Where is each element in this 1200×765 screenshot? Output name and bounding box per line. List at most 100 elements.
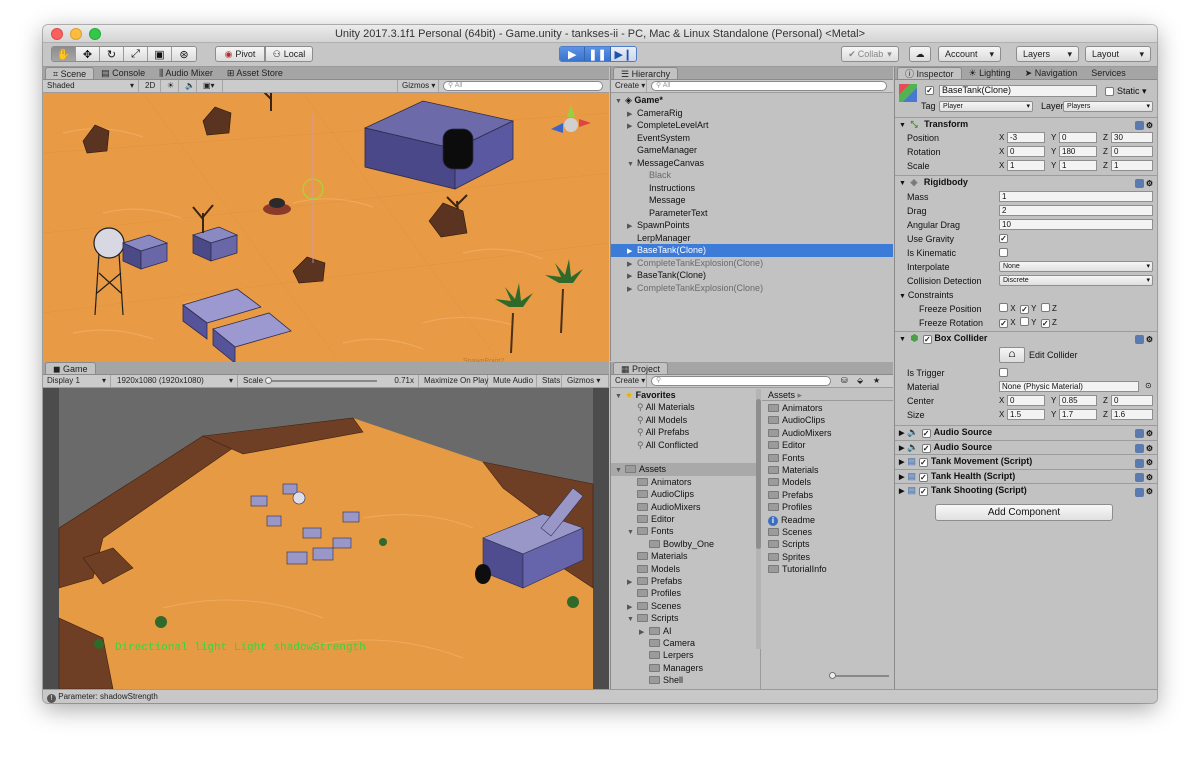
scale-y-field[interactable]: 1 (1059, 160, 1097, 171)
hierarchy-item[interactable]: ParameterText (611, 207, 893, 220)
step-icon[interactable]: ▶❙ (610, 47, 636, 61)
add-component-button[interactable]: Add Component (935, 504, 1113, 521)
hierarchy-item[interactable]: Black (611, 169, 893, 182)
rigidbody-header[interactable]: ▼ ◈ Rigidbody ⚙ (895, 175, 1157, 189)
interpolate-dropdown[interactable]: None ▾ (999, 261, 1153, 272)
tab-audio-mixer[interactable]: ⫼ Audio Mixer (152, 67, 220, 79)
pivot-button[interactable]: ◉ Pivot (215, 46, 265, 62)
hierarchy-item[interactable]: ▶ BaseTank(Clone) (611, 269, 893, 282)
component-header[interactable]: ▶ ▤ ✓ Tank Health (Script) ⚙ (895, 468, 1157, 484)
position-z-field[interactable]: 30 (1111, 132, 1153, 143)
display-dropdown[interactable]: Display 1 ▾ (43, 375, 111, 387)
tab-asset-store[interactable]: ⊞ Asset Store (220, 67, 290, 79)
project-tree-item[interactable]: Materials (611, 550, 756, 563)
project-tree-item[interactable]: AudioClips (611, 488, 756, 501)
hierarchy-create-dropdown[interactable]: Create ▾ (611, 80, 647, 92)
project-tree-item[interactable]: ⚲ All Materials (611, 401, 756, 414)
collab-button[interactable]: ✔ Collab ▾ (841, 46, 899, 62)
component-tools[interactable]: ⚙ (1133, 471, 1153, 484)
freeze-pos-x[interactable] (999, 303, 1008, 312)
project-tree-item[interactable]: Lerpers (611, 649, 756, 662)
component-tools[interactable]: ⚙ (1133, 485, 1153, 498)
hierarchy-item[interactable]: ▼ MessageCanvas (611, 157, 893, 170)
scene-gizmos-dropdown[interactable]: Gizmos ▾ (397, 80, 439, 92)
asset-item[interactable]: Scenes (762, 526, 812, 539)
layers-dropdown[interactable]: Layers ▾ (1016, 46, 1079, 62)
project-tree-item[interactable]: ▼ Scripts (611, 612, 756, 625)
chevron-right-icon[interactable]: ▶ (627, 284, 637, 297)
size-z-field[interactable]: 1.6 (1111, 409, 1153, 420)
layer-dropdown[interactable]: Players ▾ (1063, 101, 1153, 112)
center-x-field[interactable]: 0 (1007, 395, 1045, 406)
hierarchy-item[interactable]: ▶ BaseTank(Clone) (611, 244, 893, 257)
tab-game[interactable]: ◼ Game (45, 362, 96, 374)
component-header[interactable]: ▶ ▤ ✓ Tank Shooting (Script) ⚙ (895, 483, 1157, 497)
freeze-rot-x[interactable]: ✓ (999, 319, 1008, 328)
position-y-field[interactable]: 0 (1059, 132, 1097, 143)
component-enabled-checkbox[interactable]: ✓ (918, 458, 928, 468)
project-tree-item[interactable]: ▶ Prefabs (611, 575, 756, 588)
project-tree-item[interactable]: ▶ AI (611, 625, 756, 638)
project-tree-item[interactable]: Managers (611, 662, 756, 675)
project-tree-item[interactable]: ⚲ All Conflicted (611, 439, 756, 452)
active-checkbox[interactable]: ✓ (925, 86, 934, 95)
project-tree-item[interactable]: ▼ ★ Favorites (611, 389, 756, 402)
icon-size-thumb[interactable] (829, 672, 836, 679)
filter-type-icon[interactable]: ⛁ (837, 375, 851, 387)
use-gravity-checkbox[interactable]: ✓ (999, 234, 1008, 243)
close-button[interactable] (51, 28, 63, 40)
tree-scrollbar[interactable] (756, 389, 761, 649)
component-enabled-checkbox[interactable]: ✓ (921, 429, 931, 438)
freeze-rot-z[interactable]: ✓ (1040, 319, 1050, 328)
asset-item[interactable]: i Readme (762, 514, 815, 527)
component-tools[interactable]: ⚙ (1133, 427, 1153, 440)
asset-item[interactable]: Editor (762, 439, 806, 452)
tab-inspector[interactable]: ⓘ Inspector (897, 67, 962, 79)
scale-slider[interactable]: Scale 0.71x (239, 375, 419, 387)
component-header[interactable]: ▶ ▤ ✓ Tank Movement (Script) ⚙ (895, 454, 1157, 468)
size-x-field[interactable]: 1.5 (1007, 409, 1045, 420)
asset-item[interactable]: Models (762, 476, 811, 489)
material-field[interactable]: None (Physic Material) (999, 381, 1139, 392)
component-tools[interactable]: ⚙ (1133, 456, 1153, 469)
move-icon[interactable]: ✥ (76, 47, 100, 61)
effects-icon[interactable]: ▣▾ (199, 80, 223, 92)
object-name-field[interactable]: BaseTank(Clone) (939, 85, 1097, 97)
freeze-rot-y[interactable] (1020, 317, 1030, 326)
center-z-field[interactable]: 0 (1111, 395, 1153, 406)
account-dropdown[interactable]: Account ▾ (938, 46, 1001, 62)
hierarchy-item[interactable]: ▶ SpawnPoints (611, 219, 893, 232)
project-tree-item[interactable]: ▼ Fonts (611, 525, 756, 538)
scene-search-input[interactable]: ⚲ All (443, 81, 603, 91)
asset-item[interactable]: AudioClips (762, 414, 825, 427)
asset-item[interactable]: Materials (762, 464, 819, 477)
collision-detection-dropdown[interactable]: Discrete ▾ (999, 275, 1153, 286)
local-button[interactable]: ⚇ Local (265, 46, 313, 62)
filter-label-icon[interactable]: ⬙ (853, 375, 867, 387)
component-tools[interactable]: ⚙ (1133, 333, 1153, 346)
zoom-button[interactable] (89, 28, 101, 40)
play-icon[interactable]: ▶ (560, 47, 586, 61)
project-tree-item[interactable]: Animators (611, 476, 756, 489)
project-tree-item[interactable]: Profiles (611, 587, 756, 600)
tab-console[interactable]: ▤ Console (94, 67, 152, 79)
angular-drag-field[interactable]: 10 (999, 219, 1153, 230)
size-y-field[interactable]: 1.7 (1059, 409, 1097, 420)
hierarchy-item[interactable]: ▶ CompleteLevelArt (611, 119, 893, 132)
tab-project[interactable]: ▦ Project (613, 362, 669, 374)
transform-icon[interactable]: ⊛ (172, 47, 196, 61)
freeze-pos-z[interactable] (1040, 303, 1050, 312)
position-x-field[interactable]: -3 (1007, 132, 1045, 143)
hierarchy-item[interactable]: ▼ ◈ Game* (611, 94, 893, 107)
component-tools[interactable]: ⚙ (1133, 119, 1153, 132)
mass-field[interactable]: 1 (999, 191, 1153, 202)
tab-navigation[interactable]: ➤ Navigation (1018, 67, 1085, 79)
freeze-pos-y[interactable]: ✓ (1020, 305, 1030, 314)
is-trigger-checkbox[interactable] (999, 368, 1008, 377)
tab-lighting[interactable]: ☀ Lighting (962, 67, 1018, 79)
rotation-y-field[interactable]: 180 (1059, 146, 1097, 157)
hierarchy-item[interactable]: LerpManager (611, 232, 893, 245)
asset-item[interactable]: Profiles (762, 501, 812, 514)
component-header[interactable]: ▶ 🔈 ✓ Audio Source ⚙ (895, 439, 1157, 454)
hierarchy-item[interactable]: EventSystem (611, 132, 893, 145)
